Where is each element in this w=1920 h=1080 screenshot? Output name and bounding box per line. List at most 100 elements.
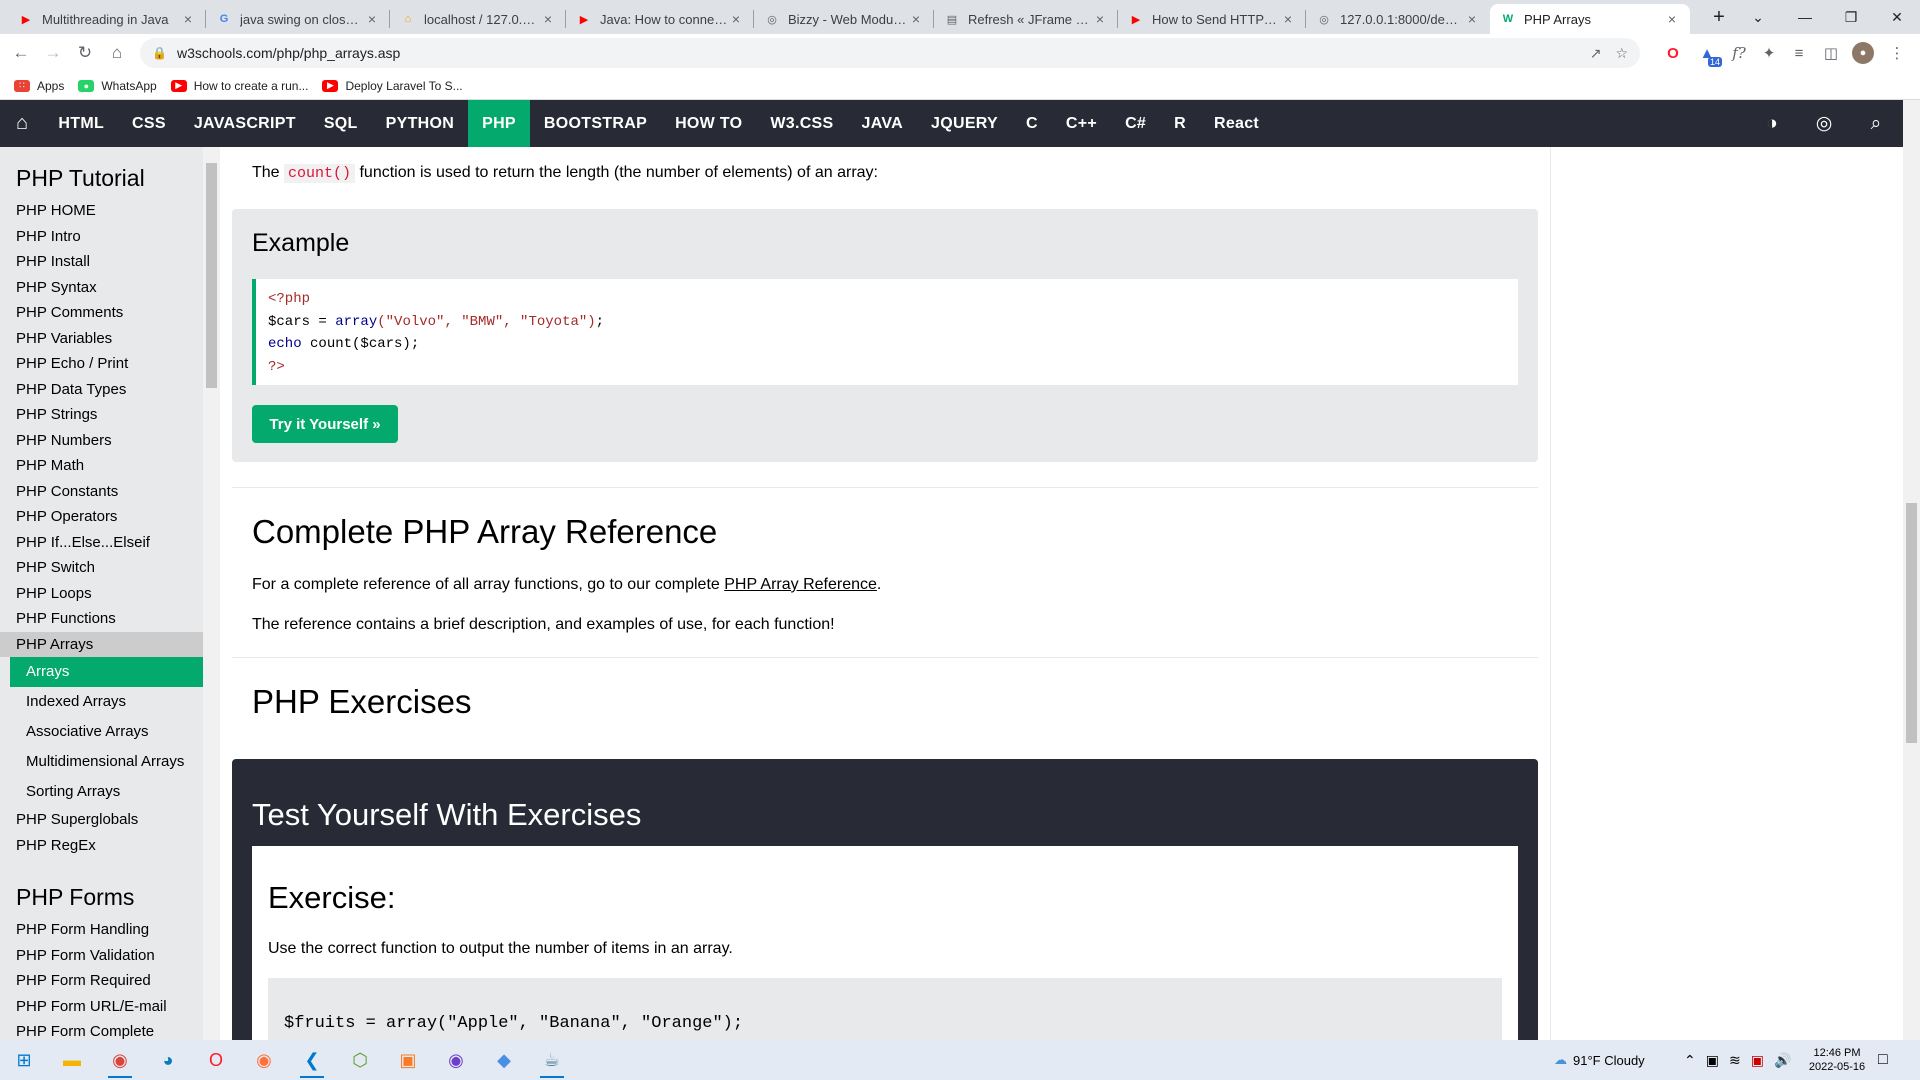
topnav-item-c-[interactable]: C++: [1052, 100, 1111, 147]
browser-tab[interactable]: Gjava swing on close to ×: [206, 4, 390, 34]
browser-tab[interactable]: ◎ 127.0.0.1:8000/dextop ×: [1306, 4, 1490, 34]
puzzle-extensions-icon[interactable]: ✦: [1758, 42, 1780, 64]
edge-icon[interactable]: ◕: [144, 1040, 192, 1080]
opera-extension-icon[interactable]: O: [1662, 42, 1684, 64]
sidebar-item[interactable]: PHP Constants: [0, 479, 220, 505]
sidebar-scrollbar-thumb[interactable]: [206, 163, 217, 388]
share-icon[interactable]: ↗: [1590, 45, 1602, 62]
sidebar-item[interactable]: PHP Intro: [0, 224, 220, 250]
sidebar-item[interactable]: PHP Superglobals: [0, 807, 220, 833]
chevron-up-icon[interactable]: ⌃: [1684, 1052, 1696, 1069]
bookmark-item[interactable]: ▶ How to create a run...: [170, 79, 308, 93]
close-icon[interactable]: ×: [1464, 11, 1480, 27]
bookmark-item[interactable]: ● WhatsApp: [78, 79, 157, 93]
sidebar-item[interactable]: PHP Echo / Print: [0, 351, 220, 377]
firefox-icon[interactable]: ◉: [240, 1040, 288, 1080]
extension-badge-icon[interactable]: ▲ 14: [1696, 42, 1722, 67]
sidebar-item[interactable]: Sorting Arrays: [10, 777, 203, 807]
chrome-icon[interactable]: ◉: [96, 1040, 144, 1080]
browser-tab[interactable]: ▶ Multithreading in Java ×: [8, 4, 206, 34]
bookmark-item[interactable]: ▶ Deploy Laravel To S...: [322, 79, 463, 93]
pdf-tray-icon[interactable]: ▣: [1751, 1052, 1764, 1069]
restore-icon[interactable]: ❐: [1828, 0, 1874, 34]
github-desktop-icon[interactable]: ◉: [432, 1040, 480, 1080]
opera-icon[interactable]: O: [192, 1040, 240, 1080]
sidebar-item[interactable]: PHP Arrays: [0, 631, 220, 657]
bookmark-item[interactable]: ∷ Apps: [14, 79, 64, 93]
close-icon[interactable]: ×: [908, 11, 924, 27]
address-bar[interactable]: 🔒 w3schools.com/php/php_arrays.asp ↗ ☆: [140, 38, 1640, 68]
sidebar-item[interactable]: PHP Form Complete: [0, 1019, 220, 1040]
topnav-item-w3-css[interactable]: W3.CSS: [756, 100, 847, 147]
browser-tab[interactable]: ▶ How to Send HTTP Re ×: [1118, 4, 1306, 34]
vscode-icon[interactable]: ❮: [288, 1040, 336, 1080]
search-icon[interactable]: ⌕: [1856, 100, 1896, 147]
sidebar-item[interactable]: Indexed Arrays: [10, 687, 203, 717]
topnav-item-how-to[interactable]: HOW TO: [661, 100, 756, 147]
globe-icon[interactable]: ◎: [1804, 100, 1844, 147]
side-panel-icon[interactable]: ◫: [1820, 42, 1842, 64]
font-extension-icon[interactable]: f?: [1728, 42, 1750, 64]
sidebar-item[interactable]: PHP Variables: [0, 326, 220, 352]
php-array-reference-link[interactable]: PHP Array Reference: [724, 576, 877, 593]
sidebar-item[interactable]: PHP Syntax: [0, 275, 220, 301]
topnav-item-sql[interactable]: SQL: [310, 100, 372, 147]
topnav-item-c-[interactable]: C#: [1111, 100, 1160, 147]
topnav-item-bootstrap[interactable]: BOOTSTRAP: [530, 100, 661, 147]
tab-search-icon[interactable]: ⌄: [1735, 0, 1781, 34]
weather-widget[interactable]: ☁ 91°F Cloudy: [1554, 1040, 1645, 1080]
try-it-yourself-button[interactable]: Try it Yourself »: [252, 405, 398, 443]
close-icon[interactable]: ×: [1092, 11, 1108, 27]
topnav-item-r[interactable]: R: [1160, 100, 1200, 147]
sidebar-item[interactable]: Multidimensional Arrays: [10, 747, 203, 777]
sidebar-item[interactable]: PHP Comments: [0, 300, 220, 326]
close-window-icon[interactable]: ✕: [1874, 0, 1920, 34]
close-icon[interactable]: ×: [1280, 11, 1296, 27]
wifi-icon[interactable]: ≋: [1729, 1052, 1741, 1069]
sidebar-item[interactable]: Arrays: [10, 657, 203, 687]
close-icon[interactable]: ×: [364, 11, 380, 27]
reading-list-icon[interactable]: ≡: [1788, 42, 1810, 64]
browser-tab[interactable]: W PHP Arrays ×: [1490, 4, 1690, 34]
sidebar-item[interactable]: PHP Functions: [0, 606, 220, 632]
topnav-item-jquery[interactable]: JQUERY: [917, 100, 1012, 147]
sidebar-item[interactable]: PHP Form Handling: [0, 917, 220, 943]
sidebar-item[interactable]: PHP Form Validation: [0, 943, 220, 969]
browser-tab[interactable]: ⌂ localhost / 127.0.0.1 /×: [390, 4, 566, 34]
home-button[interactable]: ⌂: [104, 40, 130, 66]
app-diamond-icon[interactable]: ◆: [480, 1040, 528, 1080]
close-icon[interactable]: ×: [1664, 11, 1680, 27]
browser-tab[interactable]: ▶ Java: How to connect t ×: [566, 4, 754, 34]
page-scrollbar-thumb[interactable]: [1906, 503, 1917, 743]
topnav-item-react[interactable]: React: [1200, 100, 1273, 147]
device-icon[interactable]: ▣: [1706, 1052, 1719, 1069]
topnav-item-php[interactable]: PHP: [468, 100, 530, 147]
xampp-icon[interactable]: ▣: [384, 1040, 432, 1080]
browser-tab[interactable]: ◎ Bizzy - Web Module - ×: [754, 4, 934, 34]
reload-button[interactable]: ↻: [72, 40, 98, 66]
topnav-item-css[interactable]: CSS: [118, 100, 180, 147]
notification-icon[interactable]: □: [1878, 1040, 1888, 1080]
sidebar-item[interactable]: PHP Data Types: [0, 377, 220, 403]
home-icon[interactable]: ⌂: [0, 100, 44, 147]
sidebar-item[interactable]: PHP Switch: [0, 555, 220, 581]
close-icon[interactable]: ×: [180, 11, 196, 27]
back-button[interactable]: ←: [8, 40, 34, 66]
sidebar-item[interactable]: PHP RegEx: [0, 833, 220, 859]
sidebar-item[interactable]: PHP HOME: [0, 198, 220, 224]
sidebar-item[interactable]: PHP If...Else...Elseif: [0, 530, 220, 556]
sidebar-item[interactable]: PHP Install: [0, 249, 220, 275]
minimize-icon[interactable]: —: [1782, 0, 1828, 34]
sidebar-item[interactable]: PHP Operators: [0, 504, 220, 530]
clock[interactable]: 12:46 PM 2022-05-16: [1802, 1040, 1872, 1080]
file-explorer-icon[interactable]: ▬: [48, 1040, 96, 1080]
sidebar-item[interactable]: PHP Strings: [0, 402, 220, 428]
sidebar-item[interactable]: PHP Form URL/E-mail: [0, 994, 220, 1020]
sidebar-item[interactable]: Associative Arrays: [10, 717, 203, 747]
browser-tab[interactable]: ▤ Refresh « JFrame « Jav×: [934, 4, 1118, 34]
volume-icon[interactable]: 🔊: [1774, 1052, 1791, 1069]
profile-avatar[interactable]: ●: [1852, 42, 1874, 64]
chrome-menu-icon[interactable]: ⋮: [1886, 42, 1908, 64]
close-icon[interactable]: ×: [540, 11, 556, 27]
topnav-item-html[interactable]: HTML: [44, 100, 118, 147]
